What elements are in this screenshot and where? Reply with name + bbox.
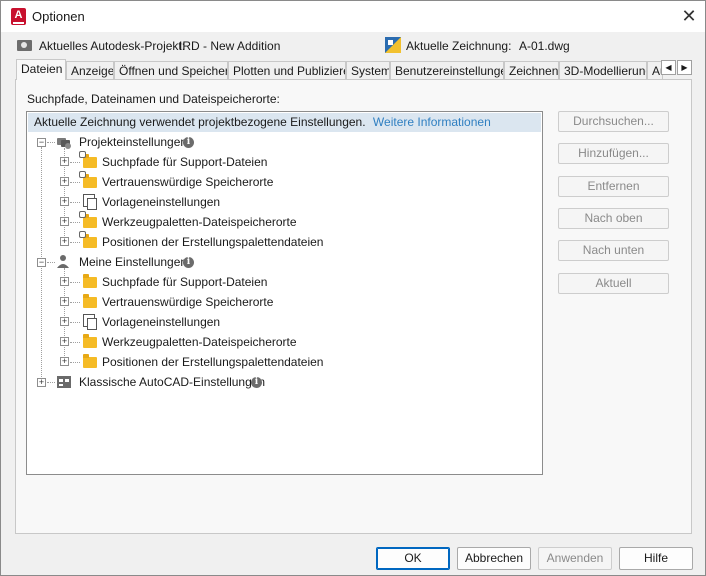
tab-anzeige[interactable]: Anzeige: [66, 61, 114, 79]
files-panel: Suchpfade, Dateinamen und Dateispeichero…: [15, 79, 692, 534]
window-title: Optionen: [32, 9, 85, 24]
remove-button[interactable]: Entfernen: [558, 176, 669, 197]
tab-oeffnen-speichern[interactable]: Öffnen und Speichern: [114, 61, 228, 79]
tree-line: [70, 322, 80, 323]
project-value: IRD - New Addition: [179, 39, 281, 53]
tab-scroll-right-icon[interactable]: ▶: [677, 60, 692, 75]
move-up-button[interactable]: Nach oben: [558, 208, 669, 229]
template-icon: [83, 194, 97, 210]
folder-icon: [83, 274, 97, 288]
title-bar: A Optionen ✕: [1, 1, 705, 32]
set-current-button[interactable]: Aktuell: [558, 273, 669, 294]
tree-line: [70, 202, 80, 203]
tab-benutzereinstellungen[interactable]: Benutzereinstellungen: [390, 61, 504, 79]
expand-icon[interactable]: +: [60, 177, 69, 186]
tree-line: [70, 222, 80, 223]
tab-scroll-left-icon[interactable]: ◀: [661, 60, 676, 75]
close-icon[interactable]: ✕: [673, 4, 705, 28]
tree-line: [70, 162, 80, 163]
template-icon: [83, 314, 97, 330]
tree-line: [70, 242, 80, 243]
folder-icon: [83, 294, 97, 308]
expand-icon[interactable]: +: [60, 157, 69, 166]
locked-folder-icon: [79, 211, 97, 228]
help-button[interactable]: Hilfe: [619, 547, 693, 570]
browse-button[interactable]: Durchsuchen...: [558, 111, 669, 132]
tab-zeichnen[interactable]: Zeichnen: [504, 61, 559, 79]
tab-3d-modellierung[interactable]: 3D-Modellierung: [559, 61, 647, 79]
drawing-value: A-01.dwg: [519, 39, 570, 53]
locked-folder-icon: [79, 171, 97, 188]
tree-line: [47, 262, 55, 263]
locked-folder-icon: [79, 151, 97, 168]
folder-icon: [83, 354, 97, 368]
tree-line: [47, 142, 55, 143]
drawing-icon: [385, 37, 401, 53]
expand-icon[interactable]: +: [60, 337, 69, 346]
info-icon[interactable]: i: [251, 377, 262, 388]
project-label: Aktuelles Autodesk-Projekt:: [39, 39, 186, 53]
tree-line: [70, 282, 80, 283]
expand-icon[interactable]: +: [60, 357, 69, 366]
add-button[interactable]: Hinzufügen...: [558, 143, 669, 164]
tree-line: [41, 147, 42, 387]
info-icon[interactable]: i: [183, 257, 194, 268]
project-icon: [17, 40, 32, 51]
tree-line: [70, 302, 80, 303]
ok-button[interactable]: OK: [376, 547, 450, 570]
info-row: Aktuelles Autodesk-Projekt: IRD - New Ad…: [1, 37, 705, 57]
expand-icon[interactable]: +: [60, 297, 69, 306]
tab-plotten[interactable]: Plotten und Publizieren: [228, 61, 346, 79]
apply-button[interactable]: Anwenden: [538, 547, 612, 570]
expand-icon[interactable]: +: [60, 317, 69, 326]
info-icon[interactable]: i: [183, 137, 194, 148]
move-down-button[interactable]: Nach unten: [558, 240, 669, 261]
collapse-icon[interactable]: −: [37, 138, 46, 147]
expand-icon[interactable]: +: [60, 197, 69, 206]
autocad-app-icon: A: [11, 8, 26, 25]
tree-line: [70, 362, 80, 363]
classic-settings-icon: [57, 376, 71, 388]
tab-dateien[interactable]: Dateien: [16, 59, 66, 80]
drawing-label: Aktuelle Zeichnung:: [406, 39, 512, 53]
expand-icon[interactable]: +: [60, 237, 69, 246]
tree-line: [70, 342, 80, 343]
locked-folder-icon: [79, 231, 97, 248]
tree-line: [70, 182, 80, 183]
tree-line: [47, 382, 55, 383]
folder-icon: [83, 334, 97, 348]
expand-icon[interactable]: +: [37, 378, 46, 387]
collapse-icon[interactable]: −: [37, 258, 46, 267]
expand-icon[interactable]: +: [60, 277, 69, 286]
search-paths-tree[interactable]: Aktuelle Zeichnung verwendet projektbezo…: [26, 111, 543, 475]
tab-strip: Dateien Anzeige Öffnen und Speichern Plo…: [16, 59, 694, 80]
cancel-button[interactable]: Abbrechen: [457, 547, 531, 570]
more-info-link[interactable]: Weitere Informationen: [373, 115, 491, 129]
tree-header-text: Aktuelle Zeichnung verwendet projektbezo…: [34, 115, 366, 129]
expand-icon[interactable]: +: [60, 217, 69, 226]
tree-header: Aktuelle Zeichnung verwendet projektbezo…: [28, 113, 541, 132]
search-paths-label: Suchpfade, Dateinamen und Dateispeichero…: [27, 92, 280, 106]
options-dialog: A Optionen ✕ Aktuelles Autodesk-Projekt:…: [0, 0, 706, 576]
tab-system[interactable]: System: [346, 61, 390, 79]
